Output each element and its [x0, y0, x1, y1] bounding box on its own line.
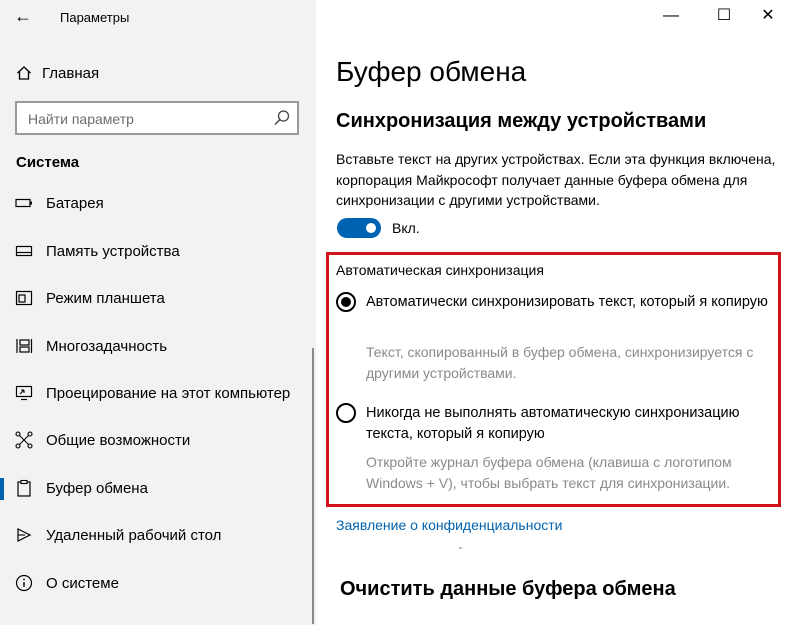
- section-title: Система: [16, 154, 80, 171]
- storage-icon: [15, 245, 33, 257]
- sidebar-home[interactable]: Главная: [16, 62, 99, 84]
- clipboard-icon: [17, 479, 31, 497]
- tablet-mode-icon: [15, 290, 33, 306]
- sidebar-item-label: Буфер обмена: [46, 479, 148, 497]
- sync-toggle[interactable]: [337, 218, 381, 238]
- remote-desktop-icon: [17, 528, 32, 542]
- sidebar-item-label: Общие возможности: [46, 431, 191, 449]
- minimize-button[interactable]: —: [651, 3, 691, 29]
- sidebar: ← Параметры Главная Найти параметр Систе…: [0, 0, 316, 625]
- sidebar-item-shared-experiences[interactable]: Общие возможности: [0, 420, 316, 460]
- close-button[interactable]: ✕: [748, 3, 788, 29]
- sidebar-home-label: Главная: [42, 64, 100, 82]
- back-button[interactable]: ←: [12, 6, 34, 28]
- radio-never-sync[interactable]: [336, 403, 356, 423]
- sidebar-item-clipboard[interactable]: Буфер обмена: [0, 468, 316, 508]
- info-icon: [15, 574, 33, 592]
- sidebar-item-about[interactable]: О системе: [0, 563, 316, 603]
- sidebar-item-label: Проецирование на этот компьютер: [46, 384, 291, 402]
- option-auto-sync-label[interactable]: Автоматически синхронизировать текст, ко…: [366, 292, 781, 313]
- clear-clipboard-title: Очистить данные буфера обмена: [340, 578, 676, 600]
- privacy-statement-link[interactable]: Заявление о конфиденциальности: [336, 517, 562, 533]
- sidebar-item-label: Память устройства: [46, 242, 180, 260]
- projecting-icon: [15, 385, 33, 401]
- option-auto-sync-description: Текст, скопированный в буфер обмена, син…: [366, 344, 754, 381]
- sidebar-item-battery[interactable]: Батарея: [0, 183, 316, 223]
- toggle-state-label: Вкл.: [392, 220, 420, 236]
- toggle-knob: [366, 223, 376, 233]
- shared-experiences-icon: [15, 431, 33, 449]
- option-never-sync-description: Откройте журнал буфера обмена (клавиша с…: [366, 454, 732, 491]
- multitasking-icon: [16, 339, 33, 353]
- maximize-button[interactable]: ☐: [704, 3, 744, 29]
- search-icon: [274, 110, 290, 125]
- battery-icon: [15, 198, 32, 208]
- sidebar-item-label: Многозадачность: [46, 337, 168, 355]
- app-title: Параметры: [60, 10, 130, 25]
- sidebar-item-label: Батарея: [46, 194, 104, 212]
- sidebar-item-label: Удаленный рабочий стол: [46, 526, 222, 544]
- search-placeholder: Найти параметр: [28, 111, 134, 127]
- radio-auto-sync[interactable]: [336, 292, 356, 312]
- sidebar-item-tablet-mode[interactable]: Режим планшета: [0, 278, 316, 318]
- sidebar-item-remote-desktop[interactable]: Удаленный рабочий стол: [0, 515, 316, 555]
- sidebar-item-label: О системе: [46, 574, 119, 592]
- home-icon: [17, 66, 31, 80]
- sidebar-item-projecting[interactable]: Проецирование на этот компьютер: [0, 373, 316, 413]
- divider-mark: [459, 547, 462, 549]
- option-never-sync-label[interactable]: Никогда не выполнять автоматическую синх…: [366, 403, 781, 445]
- sidebar-item-multitasking[interactable]: Многозадачность: [0, 326, 316, 366]
- sidebar-item-storage[interactable]: Память устройства: [0, 231, 316, 271]
- search-input[interactable]: Найти параметр: [15, 101, 299, 135]
- sync-description: Вставьте текст на других устройствах. Ес…: [336, 151, 776, 208]
- sync-section-title: Синхронизация между устройствами: [336, 110, 707, 132]
- main-content: — ☐ ✕ Буфер обмена Синхронизация между у…: [316, 0, 791, 625]
- page-title: Буфер обмена: [336, 56, 527, 87]
- sidebar-scrollbar[interactable]: [312, 348, 314, 624]
- sidebar-item-label: Режим планшета: [46, 289, 165, 307]
- auto-sync-title: Автоматическая синхронизация: [336, 262, 544, 278]
